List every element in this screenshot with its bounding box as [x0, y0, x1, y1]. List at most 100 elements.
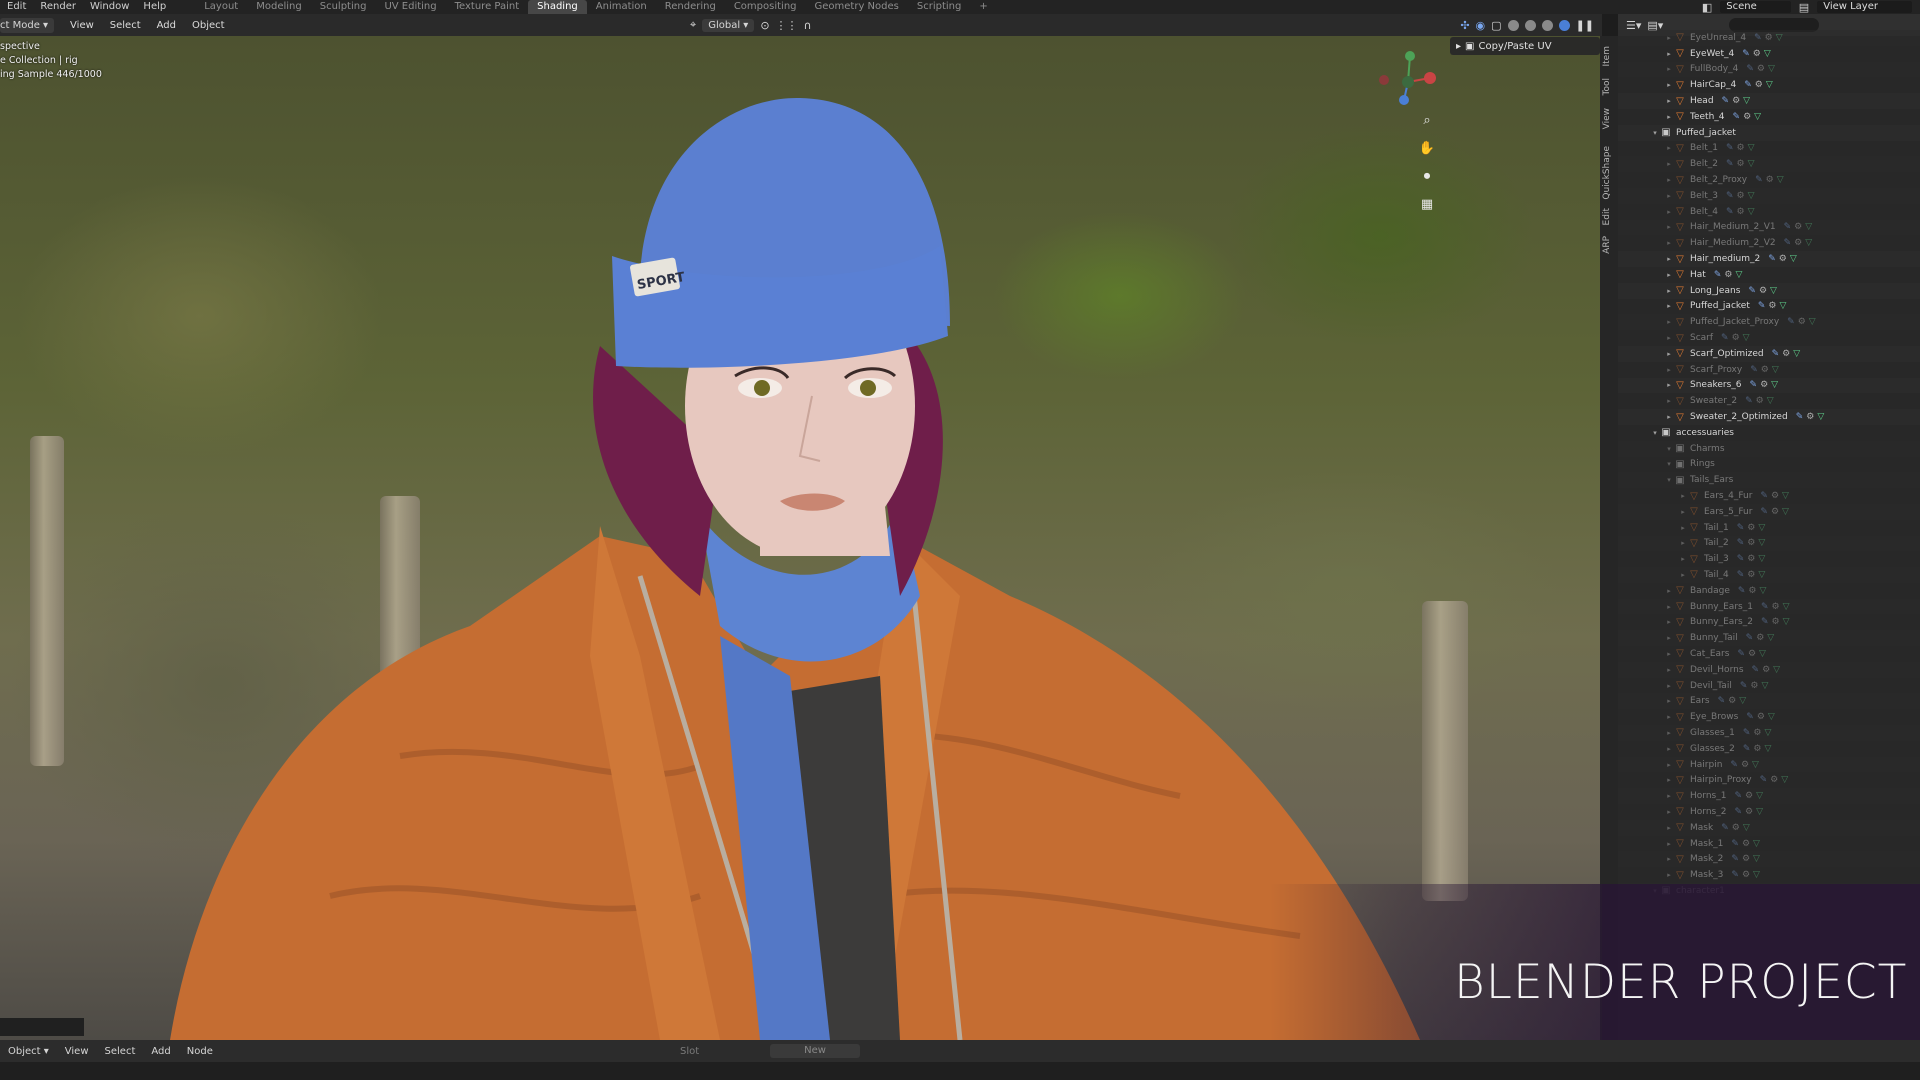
armature-icon[interactable]: ⚙	[1743, 112, 1751, 122]
expand-arrow-icon[interactable]: ▸	[1664, 808, 1674, 816]
mesh-data-icon[interactable]: ▽	[1758, 538, 1765, 548]
outliner-row[interactable]: ▸ ▽ Horns_2 ✎ ⚙ ▽	[1618, 804, 1920, 820]
modifier-icon[interactable]: ✎	[1758, 301, 1766, 311]
modifier-icon[interactable]: ✎	[1748, 286, 1756, 296]
modifier-icon[interactable]: ✎	[1726, 207, 1734, 217]
menu-node[interactable]: Node	[179, 1046, 221, 1057]
modifier-icon[interactable]: ✎	[1734, 807, 1742, 817]
outliner-row[interactable]: ▸ ▽ FullBody_4 ✎ ⚙ ▽	[1618, 61, 1920, 78]
armature-icon[interactable]: ⚙	[1794, 222, 1802, 232]
tab-compositing[interactable]: Compositing	[725, 0, 806, 14]
outliner-row[interactable]: ▸ ▽ Sweater_2_Optimized ✎ ⚙ ▽	[1618, 409, 1920, 425]
tab-geometry-nodes[interactable]: Geometry Nodes	[806, 0, 908, 14]
outliner-row[interactable]: ▸ ▽ Sweater_2 ✎ ⚙ ▽	[1618, 393, 1920, 409]
modifier-icon[interactable]: ✎	[1761, 602, 1769, 612]
mesh-data-icon[interactable]: ▽	[1753, 839, 1760, 849]
outliner-row[interactable]: ▸ ▽ Hair_medium_2 ✎ ⚙ ▽	[1618, 251, 1920, 267]
expand-arrow-icon[interactable]: ▸	[1664, 366, 1674, 374]
outliner-row[interactable]: ▸ ▽ Belt_4 ✎ ⚙ ▽	[1618, 204, 1920, 220]
modifier-icon[interactable]: ✎	[1796, 412, 1804, 422]
menu-window[interactable]: Window	[83, 0, 136, 14]
mesh-data-icon[interactable]: ▽	[1790, 254, 1797, 264]
modifier-icon[interactable]: ✎	[1761, 617, 1769, 627]
expand-arrow-icon[interactable]: ▸	[1664, 255, 1674, 263]
expand-arrow-icon[interactable]: ▸	[1664, 287, 1674, 295]
modifier-icon[interactable]: ✎	[1740, 681, 1748, 691]
scene-field[interactable]: Scene	[1720, 1, 1791, 13]
mesh-data-icon[interactable]: ▽	[1782, 491, 1789, 501]
armature-icon[interactable]: ⚙	[1757, 64, 1765, 74]
modifier-icon[interactable]: ✎	[1737, 570, 1745, 580]
modifier-icon[interactable]: ✎	[1737, 538, 1745, 548]
outliner-row[interactable]: ▸ ▽ Mask_2 ✎ ⚙ ▽	[1618, 851, 1920, 868]
expand-arrow-icon[interactable]: ▸	[1664, 302, 1674, 310]
mesh-data-icon[interactable]: ▽	[1739, 696, 1746, 706]
shading-material-icon[interactable]	[1541, 19, 1553, 31]
armature-icon[interactable]: ⚙	[1747, 523, 1755, 533]
modifier-icon[interactable]: ✎	[1746, 712, 1754, 722]
mesh-data-icon[interactable]: ▽	[1809, 317, 1816, 327]
modifier-icon[interactable]: ✎	[1760, 507, 1768, 517]
mesh-data-icon[interactable]: ▽	[1772, 365, 1779, 375]
xray-icon[interactable]: ▢	[1491, 19, 1501, 32]
expand-arrow-icon[interactable]: ▸	[1678, 539, 1688, 547]
expand-arrow-icon[interactable]: ▸	[1664, 65, 1674, 73]
menu-view[interactable]: View	[62, 20, 102, 31]
modifier-icon[interactable]: ✎	[1750, 380, 1758, 390]
armature-icon[interactable]: ⚙	[1748, 649, 1756, 659]
expand-arrow-icon[interactable]: ▸	[1664, 603, 1674, 611]
outliner-row[interactable]: ▸ ▽ Ears_5_Fur ✎ ⚙ ▽	[1618, 503, 1920, 520]
modifier-icon[interactable]: ✎	[1787, 317, 1795, 327]
mesh-data-icon[interactable]: ▽	[1748, 191, 1755, 201]
armature-icon[interactable]: ⚙	[1737, 159, 1745, 169]
transform-orientation[interactable]: Global ▾	[702, 18, 755, 32]
mesh-data-icon[interactable]: ▽	[1777, 175, 1784, 185]
modifier-icon[interactable]: ✎	[1768, 254, 1776, 264]
outliner-row[interactable]: ▸ ▽ Bandage ✎ ⚙ ▽	[1618, 583, 1920, 599]
armature-icon[interactable]: ⚙	[1756, 633, 1764, 643]
expand-arrow-icon[interactable]: ▸	[1664, 208, 1674, 216]
modifier-icon[interactable]: ✎	[1733, 112, 1741, 122]
armature-icon[interactable]: ⚙	[1732, 823, 1740, 833]
expand-arrow-icon[interactable]: ▸	[1678, 508, 1688, 516]
expand-arrow-icon[interactable]: ▸	[1664, 160, 1674, 168]
expand-arrow-icon[interactable]: ▸	[1664, 97, 1674, 105]
expand-arrow-icon[interactable]: ▾	[1664, 445, 1674, 453]
outliner-row[interactable]: ▸ ▽ Bunny_Tail ✎ ⚙ ▽	[1618, 630, 1920, 647]
view-layer-field[interactable]: View Layer	[1817, 1, 1912, 13]
armature-icon[interactable]: ⚙	[1745, 791, 1753, 801]
camera-view-icon[interactable]: ⏺	[1417, 166, 1437, 186]
expand-arrow-icon[interactable]: ▸	[1678, 492, 1688, 500]
tab-modeling[interactable]: Modeling	[247, 0, 311, 14]
outliner-row[interactable]: ▸ ▽ Belt_2 ✎ ⚙ ▽	[1618, 156, 1920, 173]
expand-arrow-icon[interactable]: ▸	[1678, 555, 1688, 563]
outliner-row[interactable]: ▸ ▽ Glasses_2 ✎ ⚙ ▽	[1618, 741, 1920, 757]
expand-arrow-icon[interactable]: ▸	[1664, 81, 1674, 89]
modifier-icon[interactable]: ✎	[1746, 633, 1754, 643]
expand-arrow-icon[interactable]: ▸	[1664, 650, 1674, 658]
outliner-row[interactable]: ▸ ▽ Tail_1 ✎ ⚙ ▽	[1618, 520, 1920, 536]
modifier-icon[interactable]: ✎	[1743, 744, 1751, 754]
expand-arrow-icon[interactable]: ▸	[1664, 334, 1674, 342]
outliner-row[interactable]: ▸ ▽ Teeth_4 ✎ ⚙ ▽	[1618, 109, 1920, 125]
armature-icon[interactable]: ⚙	[1768, 301, 1776, 311]
mesh-data-icon[interactable]: ▽	[1817, 412, 1824, 422]
modifier-icon[interactable]: ✎	[1772, 349, 1780, 359]
expand-arrow-icon[interactable]: ▾	[1650, 429, 1660, 437]
modifier-icon[interactable]: ✎	[1730, 760, 1738, 770]
armature-icon[interactable]: ⚙	[1747, 570, 1755, 580]
modifier-icon[interactable]: ✎	[1737, 649, 1745, 659]
overlay-toggle-icon[interactable]: ◉	[1476, 19, 1486, 32]
armature-icon[interactable]: ⚙	[1747, 554, 1755, 564]
armature-icon[interactable]: ⚙	[1794, 238, 1802, 248]
expand-arrow-icon[interactable]: ▸	[1664, 697, 1674, 705]
outliner-row[interactable]: ▸ ▽ EyeUnreal_4 ✎ ⚙ ▽	[1618, 30, 1920, 46]
outliner-row[interactable]: ▸ ▽ Belt_2_Proxy ✎ ⚙ ▽	[1618, 172, 1920, 188]
tab-texture-paint[interactable]: Texture Paint	[446, 0, 529, 14]
expand-arrow-icon[interactable]: ▸	[1664, 413, 1674, 421]
expand-arrow-icon[interactable]: ▸	[1664, 318, 1674, 326]
expand-arrow-icon[interactable]: ▸	[1664, 618, 1674, 626]
mesh-data-icon[interactable]: ▽	[1805, 238, 1812, 248]
outliner-row[interactable]: ▾ ▣ Puffed_jacket	[1618, 124, 1920, 141]
mesh-data-icon[interactable]: ▽	[1743, 333, 1750, 343]
